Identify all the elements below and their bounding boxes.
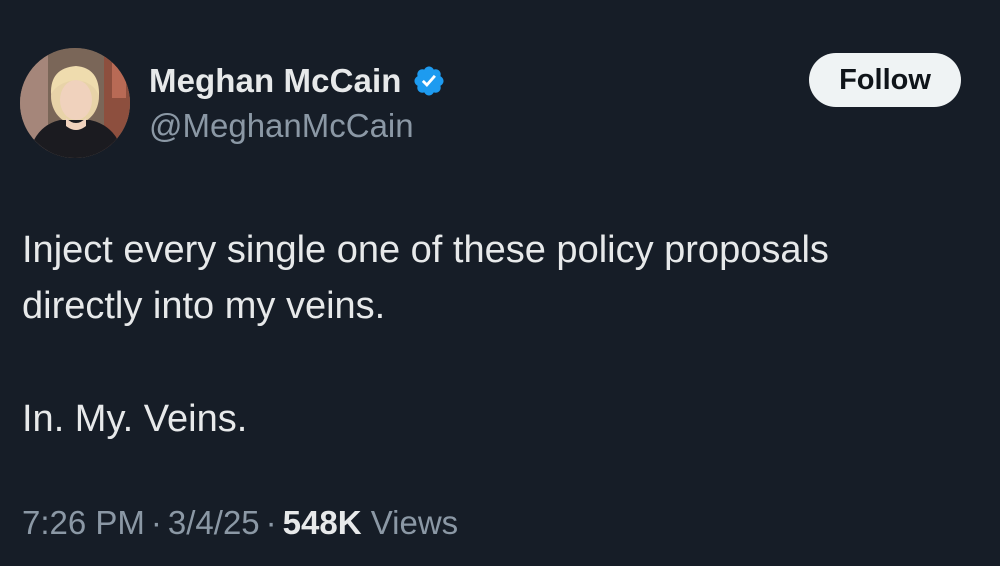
separator: · — [265, 504, 277, 541]
avatar[interactable] — [20, 48, 130, 158]
separator: · — [150, 504, 162, 541]
views-label: Views — [370, 504, 459, 541]
tweet-text-line: In. My. Veins. — [22, 398, 248, 440]
views-count: 548K — [282, 504, 362, 541]
tweet-meta: 7:26 PM · 3/4/25 · 548K Views — [22, 504, 458, 542]
tweet-text-line: Inject every single one of these policy … — [22, 229, 829, 271]
tweet-text-line: directly into my veins. — [22, 285, 386, 327]
tweet-text: Inject every single one of these policy … — [22, 222, 982, 447]
follow-button[interactable]: Follow — [809, 53, 961, 107]
avatar-photo — [20, 48, 130, 158]
display-name[interactable]: Meghan McCain — [149, 62, 402, 100]
verified-badge-icon[interactable] — [412, 64, 446, 98]
tweet-card: Meghan McCain @MeghanMcCain Follow Injec… — [0, 0, 1000, 566]
author-name-row: Meghan McCain — [149, 59, 446, 103]
tweet-date[interactable]: 3/4/25 — [168, 504, 260, 541]
tweet-time[interactable]: 7:26 PM — [22, 504, 145, 541]
handle[interactable]: @MeghanMcCain — [149, 107, 414, 145]
